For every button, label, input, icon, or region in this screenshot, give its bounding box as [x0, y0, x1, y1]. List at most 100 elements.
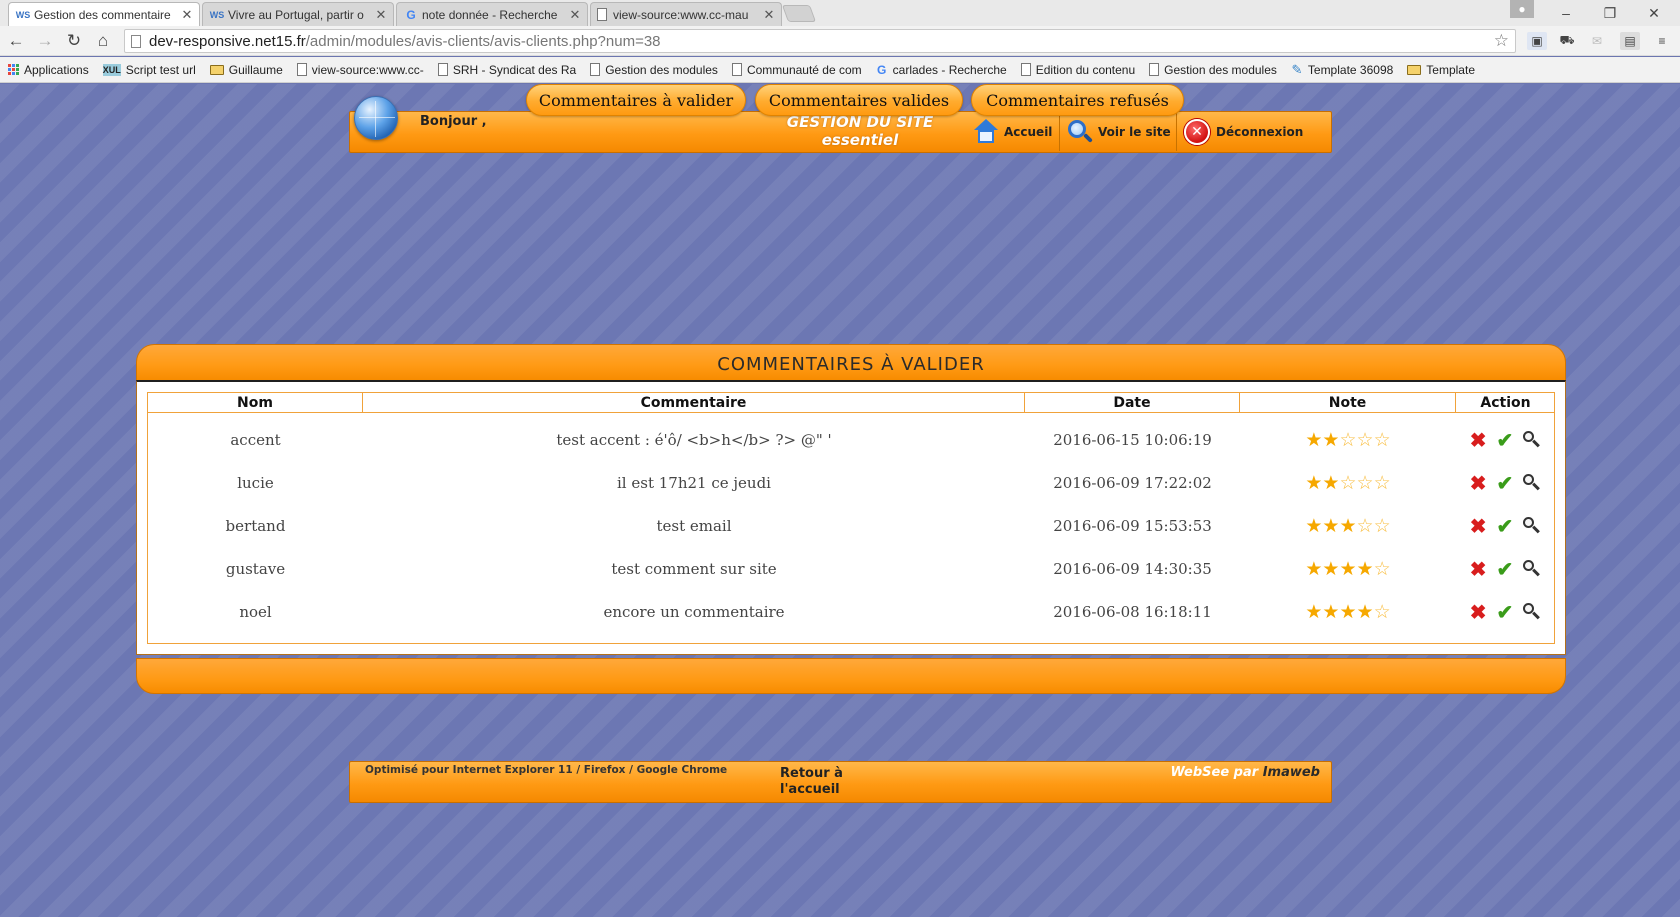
cell-rating: ★ ★ ★ ★ ☆	[1240, 559, 1456, 579]
browser-support-note: Optimisé pour Internet Explorer 11 / Fir…	[365, 764, 728, 776]
cell-comment: test accent : é'ô/ <b>h</b> ?> @" '	[556, 431, 832, 449]
bookmark-script-test[interactable]: XUL Script test url	[102, 63, 196, 77]
browser-tab-recherche[interactable]: G note donnée - Recherche ✕	[396, 2, 588, 26]
back-arrow-icon[interactable]: ←	[5, 30, 27, 52]
browser-tab-gestion[interactable]: WS Gestion des commentaire ✕	[8, 2, 200, 26]
restore-icon[interactable]: ❐	[1590, 0, 1630, 26]
bookmark-applications[interactable]: Applications	[8, 63, 89, 77]
bookmark-label: Communauté de com	[746, 62, 862, 77]
tab-close-icon[interactable]: ✕	[181, 7, 193, 23]
star-empty-icon: ☆	[1373, 558, 1391, 580]
cell-rating: ★ ★ ☆ ☆ ☆	[1240, 430, 1456, 450]
star-empty-icon: ☆	[1373, 472, 1391, 494]
star-rating: ★ ★ ☆ ☆ ☆	[1305, 430, 1390, 450]
cell-name: gustave	[225, 560, 286, 578]
cell-action: ✖ ✔	[1456, 559, 1555, 579]
delete-icon[interactable]: ✖	[1470, 430, 1487, 450]
address-bar[interactable]: dev-responsive.net15.fr/admin/modules/av…	[124, 29, 1516, 53]
view-magnifier-icon[interactable]	[1523, 560, 1541, 578]
bookmark-guillaume[interactable]: Guillaume	[209, 63, 283, 77]
window-close-icon[interactable]: ✕	[1634, 0, 1674, 26]
column-header-action: Action	[1456, 393, 1555, 413]
browser-tab-view-source[interactable]: view-source:www.cc-mau ✕	[590, 2, 782, 26]
tab-close-icon[interactable]: ✕	[763, 7, 775, 23]
ws-favicon-icon: WS	[15, 9, 31, 20]
minimize-icon[interactable]: –	[1546, 0, 1586, 26]
back-home-link[interactable]: Retour à l'accueil	[780, 766, 870, 798]
cell-comment: test comment sur site	[611, 560, 777, 578]
bookmark-label: Applications	[24, 62, 89, 77]
extension-car-icon[interactable]: ⛟	[1557, 32, 1577, 50]
google-favicon-icon: G	[406, 7, 416, 22]
delete-icon[interactable]: ✖	[1470, 559, 1487, 579]
bookmark-gestion-modules[interactable]: Gestion des modules	[590, 63, 718, 77]
cell-action: ✖ ✔	[1456, 473, 1555, 493]
browser-tab-portugal[interactable]: WS Vivre au Portugal, partir o ✕	[202, 2, 394, 26]
tab-commentaires-valides[interactable]: Commentaires valides	[755, 84, 963, 116]
user-profile-icon[interactable]: ●	[1510, 0, 1534, 18]
bookmark-label: Template	[1426, 62, 1475, 77]
validate-check-icon[interactable]: ✔	[1497, 516, 1514, 536]
bookmark-srh[interactable]: SRH - Syndicat des Ra	[437, 63, 576, 77]
url-host: dev-responsive.net15.fr	[149, 32, 306, 50]
validate-check-icon[interactable]: ✔	[1497, 559, 1514, 579]
extension-screen-icon[interactable]: ▣	[1527, 32, 1547, 50]
home-icon[interactable]: ⌂	[92, 30, 114, 52]
cell-date: 2016-06-09 14:30:35	[1053, 560, 1212, 578]
bookmark-communaute[interactable]: Communauté de com	[731, 62, 862, 77]
tab-title: view-source:www.cc-mau	[613, 7, 749, 22]
magnifier-icon	[1066, 118, 1094, 146]
star-filled-icon: ★	[1322, 558, 1340, 580]
bookmark-template-36098[interactable]: ✎ Template 36098	[1291, 62, 1394, 77]
cell-comment: test email	[656, 517, 732, 535]
delete-icon[interactable]: ✖	[1470, 473, 1487, 493]
delete-icon[interactable]: ✖	[1470, 602, 1487, 622]
nav-voir-site-link[interactable]: Voir le site	[1066, 114, 1171, 150]
view-magnifier-icon[interactable]	[1523, 517, 1541, 535]
delete-icon[interactable]: ✖	[1470, 516, 1487, 536]
page-info-icon[interactable]	[131, 34, 141, 48]
validate-check-icon[interactable]: ✔	[1497, 430, 1514, 450]
column-header-date: Date	[1025, 393, 1240, 413]
bookmark-star-icon[interactable]: ☆	[1494, 31, 1509, 51]
validate-check-icon[interactable]: ✔	[1497, 602, 1514, 622]
nav-divider	[1176, 113, 1177, 151]
view-magnifier-icon[interactable]	[1523, 431, 1541, 449]
bookmark-template[interactable]: Template	[1407, 63, 1475, 77]
tab-commentaires-refuses[interactable]: Commentaires refusés	[971, 84, 1184, 116]
cell-rating: ★ ★ ★ ☆ ☆	[1240, 516, 1456, 536]
star-filled-icon: ★	[1339, 601, 1357, 623]
reload-icon[interactable]: ↻	[63, 30, 85, 52]
star-empty-icon: ☆	[1373, 429, 1391, 451]
star-filled-icon: ★	[1305, 429, 1323, 451]
extension-mail-icon[interactable]: ✉	[1587, 32, 1607, 50]
star-empty-icon: ☆	[1356, 429, 1374, 451]
view-magnifier-icon[interactable]	[1523, 474, 1541, 492]
star-rating: ★ ★ ★ ★ ☆	[1305, 559, 1390, 579]
tab-close-icon[interactable]: ✕	[569, 7, 581, 23]
browser-menu-icon[interactable]: ≡	[1652, 32, 1672, 50]
row-actions: ✖ ✔	[1470, 516, 1542, 536]
bookmark-carlades[interactable]: G carlades - Recherche	[876, 63, 1007, 77]
nav-accueil-label: Accueil	[1004, 125, 1053, 139]
bookmark-label: Template 36098	[1307, 62, 1394, 77]
browser-toolbar: ← → ↻ ⌂ dev-responsive.net15.fr/admin/mo…	[0, 26, 1680, 56]
credit-brand-link[interactable]: Imaweb	[1263, 765, 1320, 780]
tab-commentaires-a-valider[interactable]: Commentaires à valider	[526, 84, 746, 116]
validate-check-icon[interactable]: ✔	[1497, 473, 1514, 493]
bookmark-view-source[interactable]: view-source:www.cc-	[296, 63, 424, 77]
new-tab-button[interactable]	[781, 5, 817, 22]
nav-deconnexion-link[interactable]: ✕ Déconnexion	[1184, 114, 1303, 150]
tab-close-icon[interactable]: ✕	[375, 7, 387, 23]
nav-accueil-link[interactable]: Accueil	[972, 114, 1052, 150]
view-magnifier-icon[interactable]	[1523, 603, 1541, 621]
star-empty-icon: ☆	[1339, 429, 1357, 451]
forward-arrow-icon[interactable]: →	[34, 30, 56, 52]
bookmark-gestion-modules-2[interactable]: Gestion des modules	[1149, 63, 1277, 77]
nav-deconnexion-label: Déconnexion	[1216, 125, 1304, 139]
extension-grid-icon[interactable]: ▤	[1620, 32, 1640, 50]
comments-panel: COMMENTAIRES À VALIDER Nom Commentaire D…	[136, 344, 1566, 655]
bookmarks-bar: Applications XUL Script test url Guillau…	[0, 57, 1680, 83]
xul-icon: XUL	[102, 63, 121, 76]
bookmark-edition-contenu[interactable]: Edition du contenu	[1020, 63, 1135, 77]
